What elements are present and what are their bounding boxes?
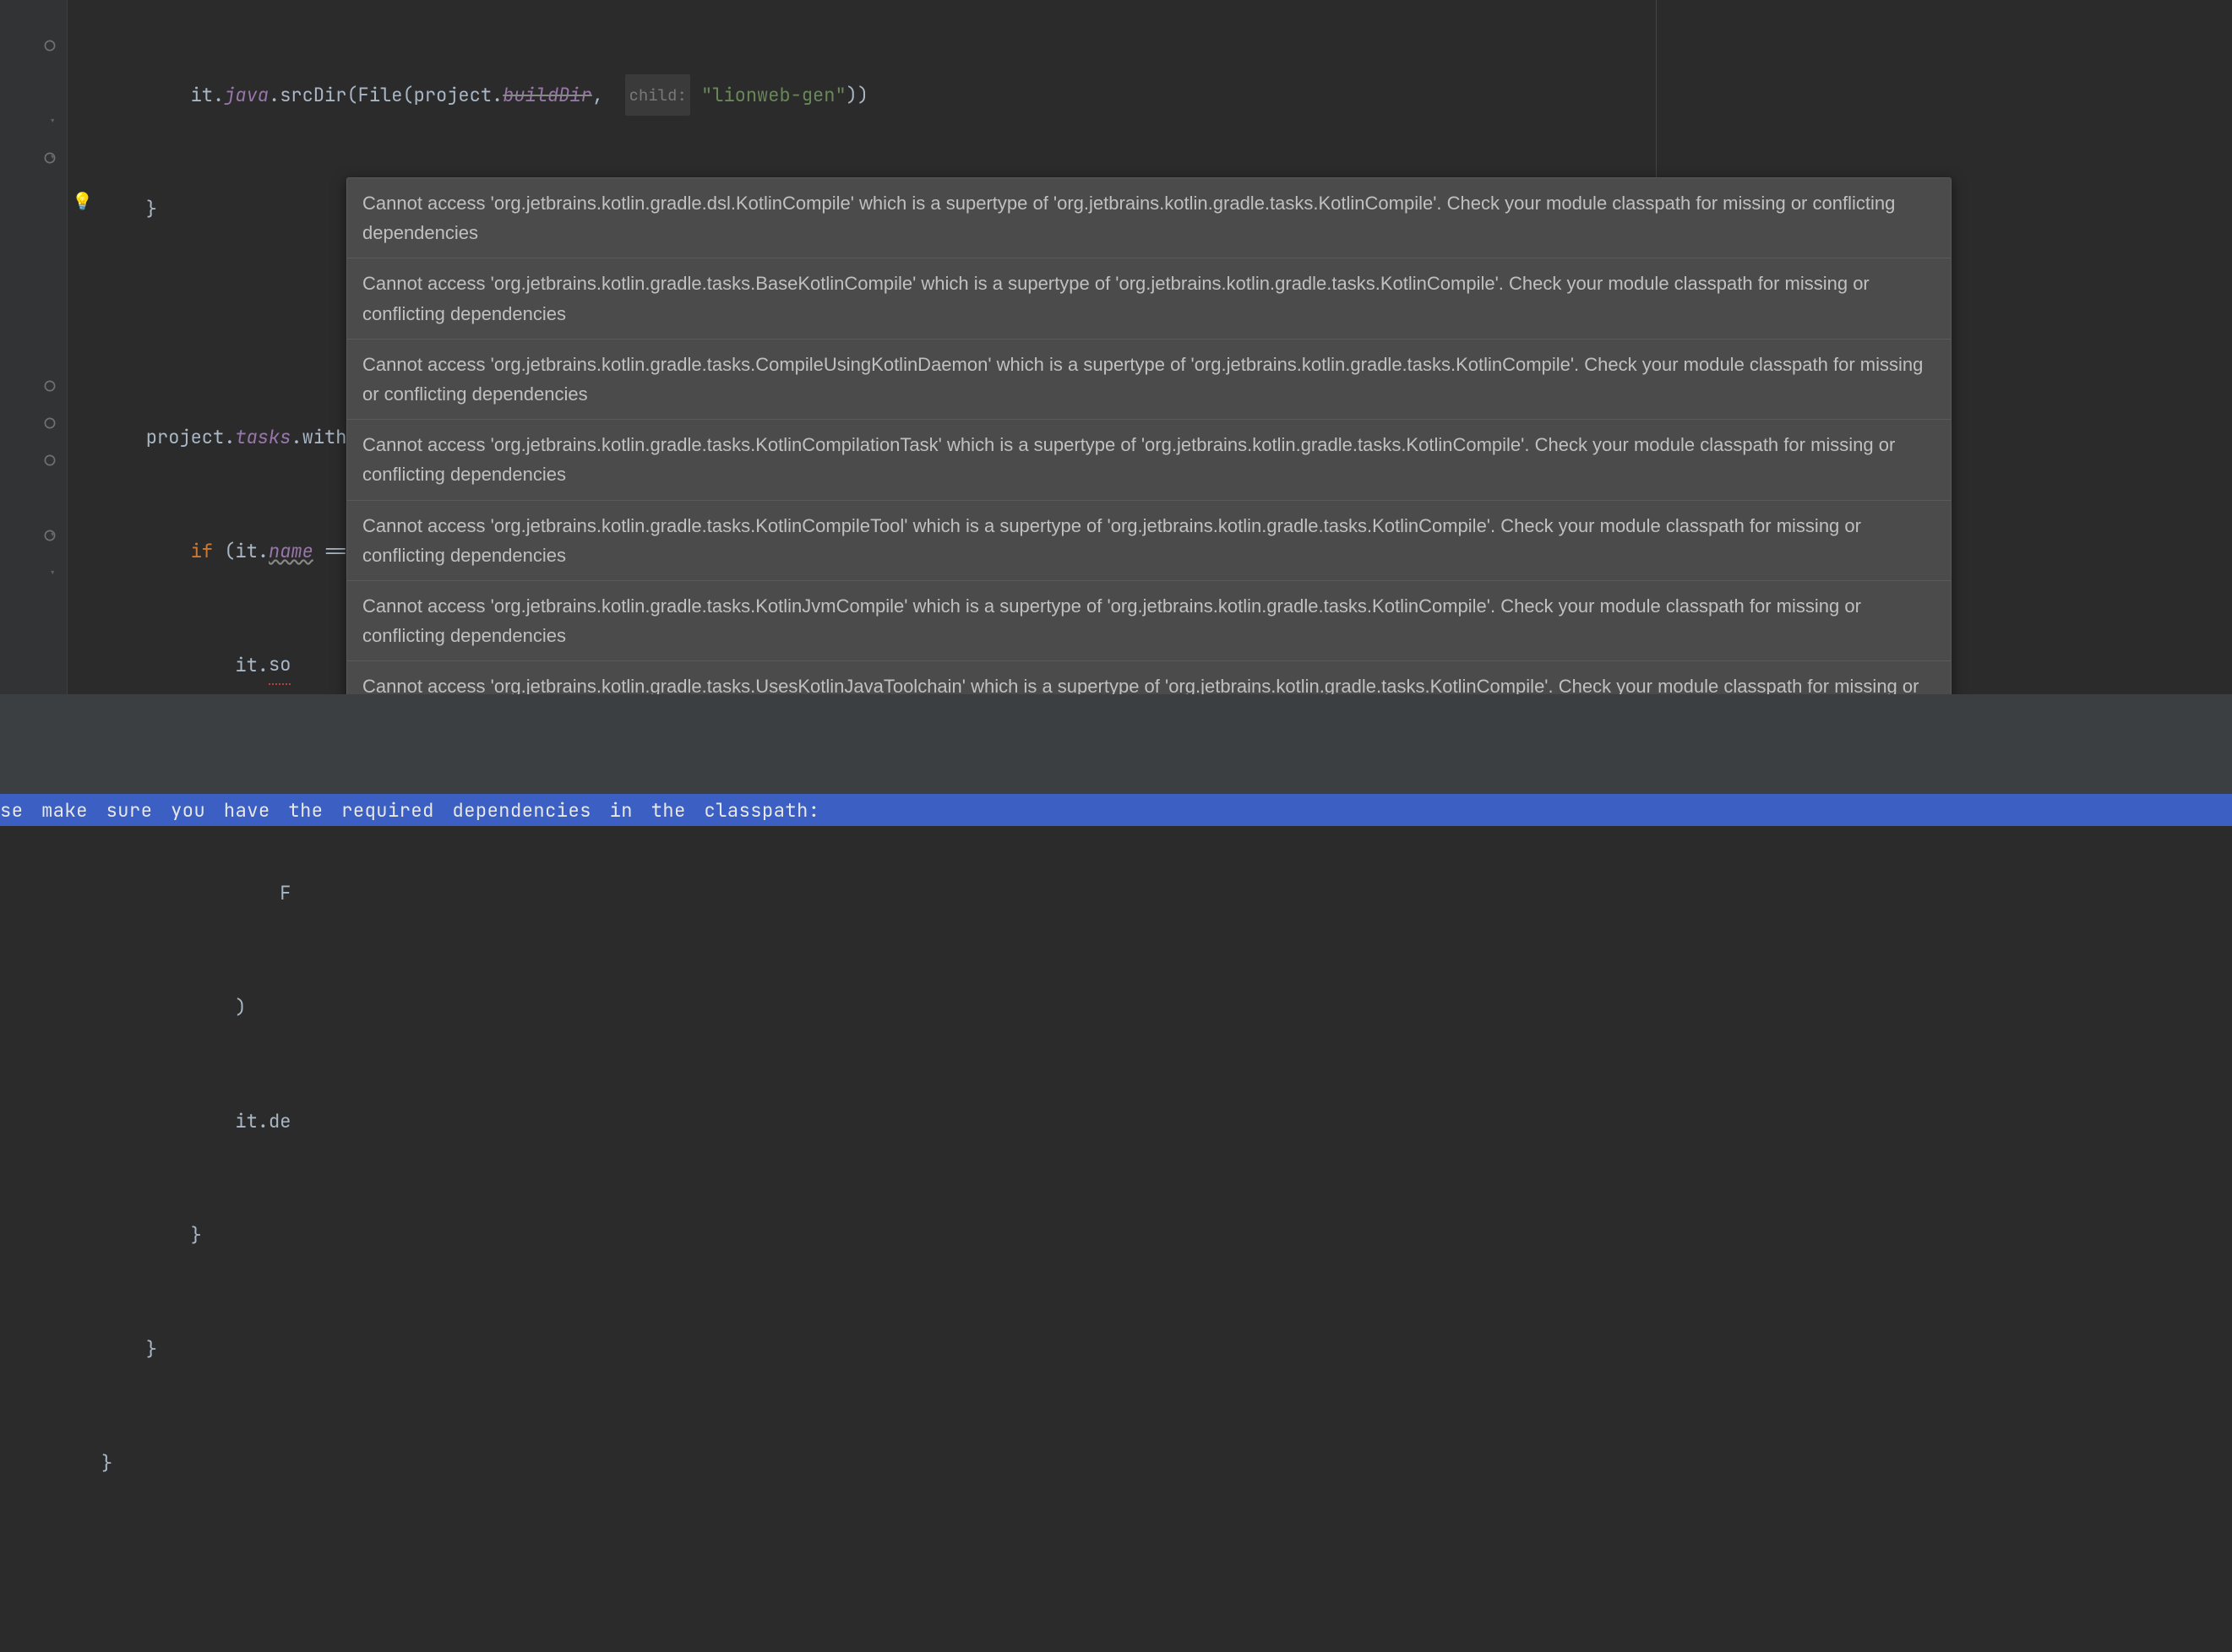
fold-arrow-icon[interactable]: ▾ bbox=[49, 114, 56, 129]
code-line: F bbox=[101, 874, 1385, 912]
error-item[interactable]: Cannot access 'org.jetbrains.kotlin.grad… bbox=[347, 178, 1951, 258]
code-line: ) bbox=[101, 988, 1385, 1026]
status-bar[interactable]: se make sure you have the required depen… bbox=[0, 794, 2232, 826]
code-line: } bbox=[101, 1330, 1385, 1368]
error-item[interactable]: Cannot access 'org.jetbrains.kotlin.grad… bbox=[347, 258, 1951, 339]
override-icon[interactable] bbox=[42, 453, 57, 468]
code-line: it.de bbox=[101, 1102, 1385, 1140]
error-item[interactable]: Cannot access 'org.jetbrains.kotlin.grad… bbox=[347, 340, 1951, 420]
fold-arrow-icon[interactable]: ▾ bbox=[49, 528, 56, 543]
fold-arrow-icon[interactable]: ▾ bbox=[49, 150, 56, 166]
error-item[interactable]: Cannot access 'org.jetbrains.kotlin.grad… bbox=[347, 501, 1951, 581]
error-tooltip[interactable]: Cannot access 'org.jetbrains.kotlin.grad… bbox=[346, 177, 1952, 742]
fold-arrow-icon[interactable]: ▾ bbox=[49, 566, 56, 581]
error-item[interactable]: Cannot access 'org.jetbrains.kotlin.grad… bbox=[347, 581, 1951, 661]
code-line: it.java.srcDir(File(project.buildDir, ch… bbox=[101, 76, 1385, 114]
code-line: } bbox=[101, 1444, 1385, 1482]
code-line: } bbox=[101, 1216, 1385, 1254]
status-message: se make sure you have the required depen… bbox=[0, 798, 820, 823]
override-icon[interactable] bbox=[42, 378, 57, 394]
error-item[interactable]: Cannot access 'org.jetbrains.kotlin.grad… bbox=[347, 420, 1951, 500]
status-area bbox=[0, 694, 2232, 794]
override-icon[interactable] bbox=[42, 416, 57, 431]
override-icon[interactable] bbox=[42, 38, 57, 53]
code-line bbox=[101, 1558, 1385, 1596]
